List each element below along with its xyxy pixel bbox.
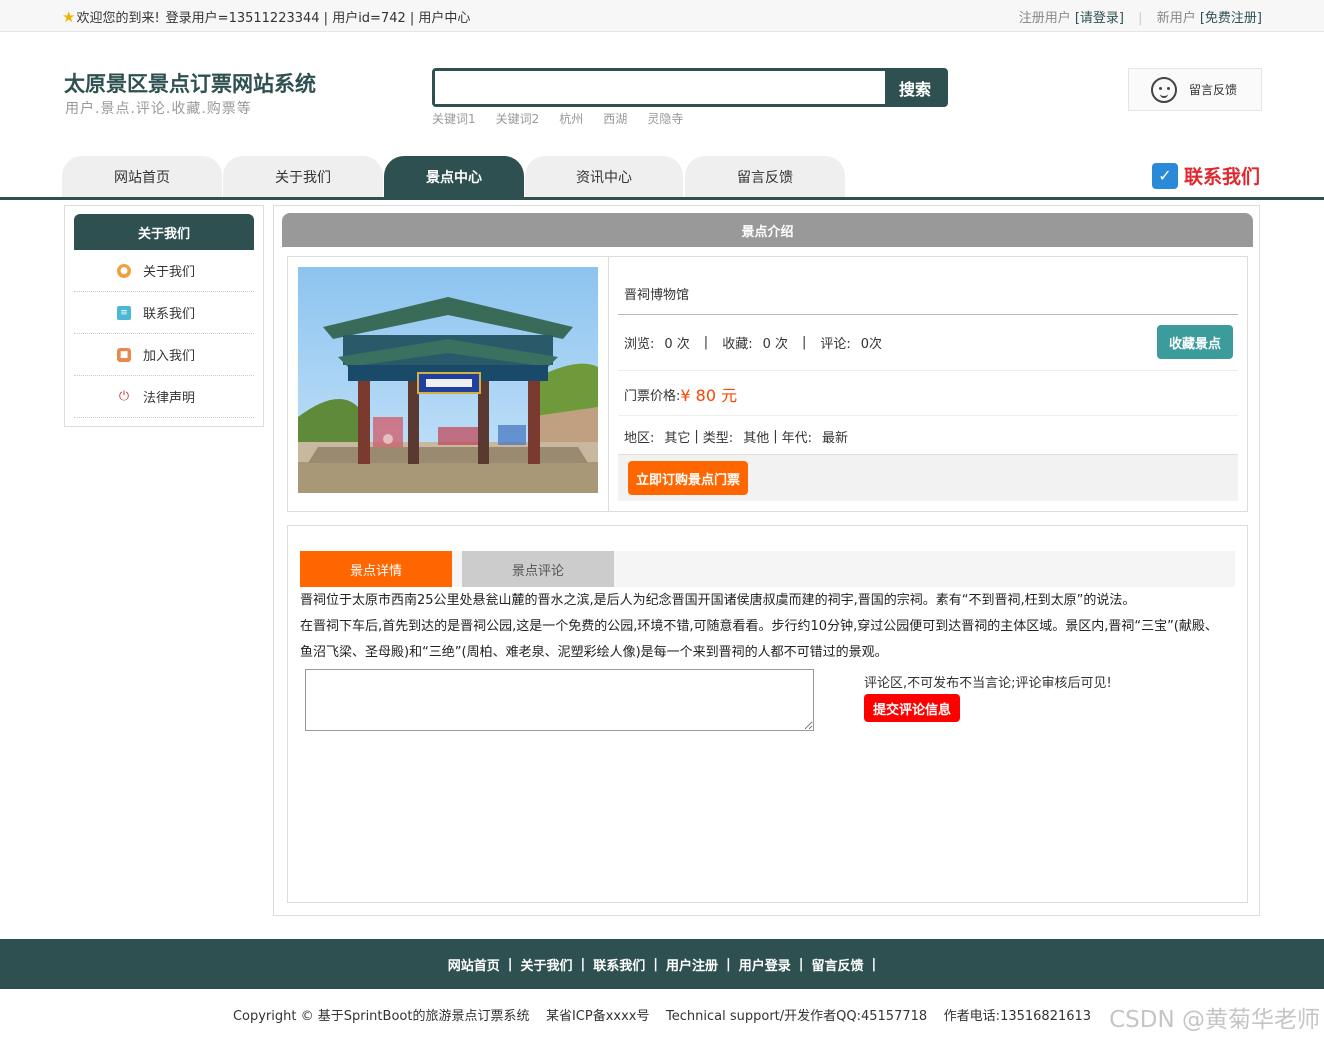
price-value: ¥ 80 元 [680, 386, 738, 405]
attraction-detail: 景点详情 景点评论 晋祠位于太原市西南25公里处悬瓮山麓的晋水之滨,是后人为纪念… [287, 525, 1248, 903]
attraction-info: 晋祠博物馆 浏览: 0 次 | 收藏: 0 次 | 评论: 0次 收藏景点 门票价格:… [287, 256, 1248, 512]
attraction-name: 晋祠博物馆 [624, 287, 690, 303]
main-content: 景点介绍 晋祠博物馆 浏览: 0 次 | 收藏: 0 次 | 评论: 0次 收藏… [273, 205, 1260, 916]
footer-nav: 网站首页 | 关于我们 | 联系我们 | 用户注册 | 用户登录 | 留言反馈 | [0, 939, 1324, 989]
feedback-label: 留言反馈 [1189, 83, 1238, 97]
sidebar-item-label: 法律声明 [143, 391, 196, 406]
sidebar-item-label: 关于我们 [143, 265, 196, 280]
top-bar: ★ 欢迎您的到来! 登录用户=13511223344 | 用户id=742 | … [0, 0, 1324, 32]
circle-icon: ● [117, 263, 131, 278]
login-link[interactable]: [请登录] [1075, 11, 1124, 26]
account-links: 注册用户 [请登录] | 新用户 [免费注册] [1018, 11, 1262, 26]
free-register-link[interactable]: [免费注册] [1200, 11, 1262, 26]
description-paragraph: 晋祠位于太原市西南25公里处悬瓮山麓的晋水之滨,是后人为纪念晋国开国诸侯唐叔虞而… [300, 593, 1136, 608]
welcome-area: ★ 欢迎您的到来! 登录用户=13511223344 | 用户id=742 | … [62, 7, 471, 27]
keyword-link[interactable]: 关键词1 [432, 110, 476, 127]
welcome-text: 欢迎您的到来! [76, 11, 160, 26]
views-count: 0 次 [664, 336, 690, 352]
nav-tab-attractions[interactable]: 景点中心 [384, 156, 524, 197]
keyword-link[interactable]: 西湖 [603, 110, 627, 127]
site-subtitle: 用户.景点.评论.收藏.购票等 [65, 101, 252, 117]
watermark: CSDN @黄菊华老师 [1109, 1007, 1320, 1033]
footer-link-about[interactable]: 关于我们 [520, 955, 572, 974]
hot-keywords: 关键词1 关键词2 杭州 西湖 灵隐寺 [432, 110, 703, 127]
attraction-photo [298, 267, 598, 493]
power-icon: ⏻ [117, 389, 131, 404]
sidebar-item-label: 加入我们 [143, 349, 196, 364]
keyword-link[interactable]: 杭州 [559, 110, 583, 127]
sidebar: 关于我们 ● 关于我们 ≡ 联系我们 ■ 加入我们 ⏻ 法律声明 [64, 205, 264, 427]
lock-icon: ■ [117, 347, 131, 362]
customer-service-icon [1151, 76, 1177, 103]
attraction-stats: 浏览: 0 次 | 收藏: 0 次 | 评论: 0次 [624, 334, 883, 352]
footer-link-login[interactable]: 用户登录 [739, 955, 791, 974]
keyword-link[interactable]: 关键词2 [496, 110, 540, 127]
contact-us-label: 联系我们 [1183, 166, 1260, 188]
favorites-count: 0 次 [762, 336, 788, 352]
main-nav: 网站首页 关于我们 景点中心 资讯中心 留言反馈 ✓ 联系我们 [0, 156, 1324, 200]
register-label: 注册用户 [1018, 11, 1071, 26]
tab-comments[interactable]: 景点评论 [462, 551, 614, 587]
clipboard-icon: ≡ [117, 305, 131, 320]
comment-input[interactable] [305, 669, 814, 731]
nav-tab-home[interactable]: 网站首页 [62, 156, 222, 197]
search-input[interactable] [435, 71, 885, 104]
feedback-button[interactable]: 留言反馈 [1128, 68, 1262, 111]
collect-button[interactable]: 收藏景点 [1157, 325, 1233, 359]
star-icon: ★ [62, 7, 76, 26]
comments-count: 0次 [860, 336, 883, 352]
submit-comment-button[interactable]: 提交评论信息 [864, 694, 960, 722]
new-user-label: 新用户 [1156, 11, 1196, 26]
contact-us-link[interactable]: ✓ 联系我们 [1151, 162, 1260, 189]
section-title: 景点介绍 [282, 213, 1253, 247]
nav-tab-feedback[interactable]: 留言反馈 [685, 156, 845, 197]
nav-tab-about[interactable]: 关于我们 [223, 156, 383, 197]
site-title[interactable]: 太原景区景点订票网站系统 [64, 68, 316, 98]
nav-tab-news[interactable]: 资讯中心 [525, 156, 683, 197]
detail-tabs: 景点详情 景点评论 [300, 551, 1235, 587]
login-info[interactable]: 登录用户=13511223344 | 用户id=742 | 用户中心 [166, 7, 471, 26]
sidebar-item-join[interactable]: ■ 加入我们 [74, 334, 254, 376]
sidebar-item-contact[interactable]: ≡ 联系我们 [74, 292, 254, 334]
sidebar-item-legal[interactable]: ⏻ 法律声明 [74, 376, 254, 418]
footer-link-home[interactable]: 网站首页 [448, 955, 500, 974]
sidebar-title: 关于我们 [74, 214, 254, 250]
check-icon: ✓ [1151, 162, 1178, 189]
footer-link-contact[interactable]: 联系我们 [593, 955, 645, 974]
sidebar-item-label: 联系我们 [143, 307, 196, 322]
buy-ticket-button[interactable]: 立即订购景点门票 [628, 461, 748, 495]
footer-link-register[interactable]: 用户注册 [666, 955, 718, 974]
footer-link-feedback[interactable]: 留言反馈 [812, 955, 864, 974]
search-box: 搜索 [432, 68, 948, 107]
comment-note: 评论区,不可发布不当言论;评论审核后可见! [864, 676, 1112, 691]
sidebar-item-about[interactable]: ● 关于我们 [74, 250, 254, 292]
ticket-price: 门票价格: ¥ 80 元 [618, 379, 1238, 409]
header: 太原景区景点订票网站系统 用户.景点.评论.收藏.购票等 搜索 关键词1 关键词… [0, 32, 1324, 156]
description-paragraph: 在晋祠下车后,首先到达的是晋祠公园,这是一个免费的公园,环境不错,可随意看看。步… [300, 619, 1218, 660]
detail-description: 晋祠位于太原市西南25公里处悬瓮山麓的晋水之滨,是后人为纪念晋国开国诸侯唐叔虞而… [300, 588, 1230, 666]
keyword-link[interactable]: 灵隐寺 [647, 110, 683, 127]
search-button[interactable]: 搜索 [885, 71, 945, 104]
attraction-attributes: 地区: 其它 | 类型: 其他 | 年代: 最新 [624, 428, 848, 446]
tab-detail[interactable]: 景点详情 [300, 551, 452, 587]
